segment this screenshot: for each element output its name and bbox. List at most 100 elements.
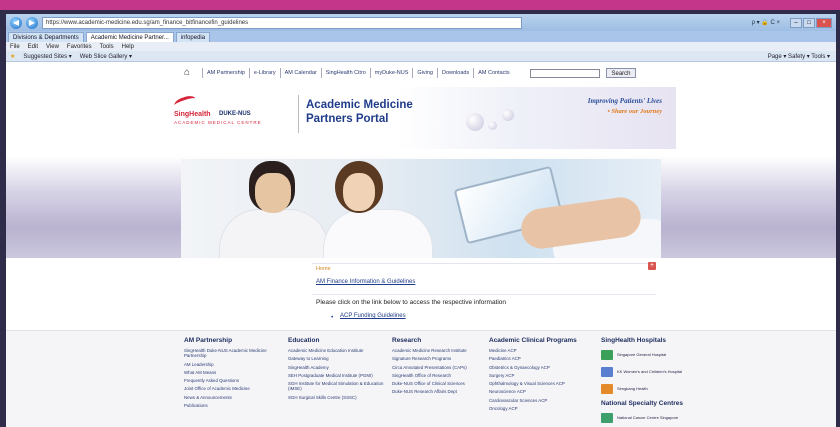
address-tools[interactable]: ρ ▾ 🔒 C ×	[752, 19, 780, 26]
footer-link[interactable]: Duke-NUS Research Affairs Dept	[392, 389, 492, 394]
decor-bubble	[502, 109, 514, 121]
footer-link[interactable]: Paediatrics ACP	[489, 356, 597, 361]
tab-infopedia[interactable]: infopedia	[175, 32, 211, 42]
footer-col-am-partnership: AM Partnership SingHealth Duke-NUS Acade…	[184, 337, 284, 411]
menu-help[interactable]: Help	[122, 44, 134, 50]
fav-suggested-sites[interactable]: Suggested Sites ▾	[23, 53, 71, 60]
logo-singhealth: SingHealth	[174, 111, 211, 118]
tagline-secondary: • Share our Journey	[607, 108, 662, 115]
back-icon[interactable]: ◀	[10, 16, 22, 29]
footer-link[interactable]: Academic Medicine Education Institute	[288, 348, 388, 353]
minimize-icon[interactable]: –	[790, 17, 802, 28]
maximize-icon[interactable]: □	[803, 17, 815, 28]
footer-link[interactable]: Publications	[184, 403, 284, 408]
favorites-star-icon[interactable]: ★	[10, 53, 15, 60]
menu-favorites[interactable]: Favorites	[67, 44, 92, 50]
footer-link[interactable]: Cardiovascular Sciences ACP	[489, 398, 597, 403]
hospital-name: Singapore General Hospital	[617, 351, 667, 357]
tab-am-partners[interactable]: Academic Medicine Partner...	[85, 32, 174, 42]
hero-doctor-face	[255, 173, 291, 213]
nav-singhealth-citro[interactable]: SingHealth Citro	[320, 68, 370, 78]
close-icon[interactable]: ×	[816, 17, 832, 28]
footer-link[interactable]: Medicine ACP	[489, 348, 597, 353]
portal-subtitle: Partners Portal	[306, 113, 389, 125]
browser-window: ◀ ▶ https://www.academic-medicine.edu.sg…	[6, 14, 836, 427]
address-bar[interactable]: https://www.academic-medicine.edu.sg/am_…	[42, 16, 522, 29]
site-header: SingHealth DUKE-NUS ACADEMIC MEDICAL CEN…	[166, 87, 676, 149]
content-rule	[312, 263, 656, 264]
footer-link[interactable]: SingHealth Office of Research	[392, 373, 492, 378]
nav-am-calendar[interactable]: AM Calendar	[279, 68, 321, 78]
footer-link[interactable]: SingHealth Duke-NUS Academic Medicine Pa…	[184, 348, 284, 359]
decor-bubble	[466, 113, 484, 131]
centre-name: National Cancer Centre Singapore	[617, 414, 679, 420]
menu-file[interactable]: File	[10, 44, 20, 50]
menu-tools[interactable]: Tools	[100, 44, 114, 50]
footer-link[interactable]: Joint Office of Academic Medicine	[184, 386, 284, 391]
footer-heading: Research	[392, 337, 422, 344]
nav-giving[interactable]: Giving	[412, 68, 437, 78]
footer-link[interactable]: SGH Surgical Skills Centre (SSSC)	[288, 395, 388, 400]
footer-link[interactable]: Gateway to Learning	[288, 356, 388, 361]
nav-e-library[interactable]: e-Library	[248, 68, 280, 78]
sgh-logo-icon	[601, 350, 613, 360]
breadcrumb-home[interactable]: Home	[316, 266, 331, 272]
singhealth-logo-icon	[172, 93, 198, 111]
logo-divider	[298, 95, 299, 133]
footer-col-education: Education Academic Medicine Education In…	[288, 337, 388, 403]
footer-link[interactable]: Obstetrics & Gynaecology ACP	[489, 365, 597, 370]
hospital-logo-skh[interactable]: Sengkang Health	[601, 383, 751, 395]
footer-link[interactable]: What AM Means	[184, 370, 284, 375]
decor-bubble	[488, 121, 497, 130]
site-footer: AM Partnership SingHealth Duke-NUS Acade…	[6, 330, 836, 427]
instruction-text: Please click on the link below to access…	[316, 299, 507, 306]
site-search-input[interactable]	[530, 69, 600, 78]
nav-am-contacts[interactable]: AM Contacts	[473, 68, 513, 78]
tab-bar: Divisions & Departments Academic Medicin…	[6, 31, 836, 42]
hospital-logo-sgh[interactable]: Singapore General Hospital	[601, 349, 751, 361]
finance-guidelines-link[interactable]: AM Finance Information & Guidelines	[316, 279, 415, 285]
nav-am-partnership[interactable]: AM Partnership	[202, 68, 249, 78]
footer-link[interactable]: SEH Postgraduate Medical Institute (PGMI…	[288, 373, 388, 378]
footer-link[interactable]: Frequently Asked Questions	[184, 378, 284, 383]
footer-hospitals: SingHealth Hospitals Singapore General H…	[601, 337, 751, 427]
acp-funding-link[interactable]: ACP Funding Guidelines	[340, 313, 406, 319]
logo-duke-nus: DUKE-NUS	[219, 111, 251, 117]
kkh-logo-icon	[601, 367, 613, 377]
footer-link[interactable]: Ophthalmology & Visual Sciences ACP	[489, 381, 597, 386]
screenshot-frame: ◀ ▶ https://www.academic-medicine.edu.sg…	[0, 0, 840, 427]
forward-icon[interactable]: ▶	[26, 16, 38, 29]
menu-bar: File Edit View Favorites Tools Help	[6, 42, 836, 51]
centre-logo-nccs[interactable]: National Cancer Centre Singapore	[601, 412, 751, 424]
footer-link[interactable]: News & Announcements	[184, 395, 284, 400]
footer-link[interactable]: SGH Institute for Medical Simulation & E…	[288, 381, 388, 392]
footer-link[interactable]: AM Leadership	[184, 362, 284, 367]
hospital-logo-kkh[interactable]: KK Women's and Children's Hospital	[601, 366, 751, 378]
nav-myduke-nus[interactable]: myDuke-NUS	[369, 68, 413, 78]
menu-view[interactable]: View	[46, 44, 59, 50]
nav-downloads[interactable]: Downloads	[436, 68, 473, 78]
footer-link[interactable]: Circa Annotated Presentations (CAPs)	[392, 365, 492, 370]
footer-link[interactable]: Oncology ACP	[489, 406, 597, 411]
search-button[interactable]: Search	[606, 68, 636, 78]
expand-plus-icon[interactable]: +	[648, 262, 656, 270]
footer-link[interactable]: Surgery ACP	[489, 373, 597, 378]
footer-link[interactable]: SingHealth Academy	[288, 365, 388, 370]
home-icon[interactable]: ⌂	[184, 68, 196, 78]
footer-link[interactable]: Signature Research Programs	[392, 356, 492, 361]
tab-divisions[interactable]: Divisions & Departments	[8, 32, 84, 42]
footer-link[interactable]: Duke-NUS Office of Clinical Sciences	[392, 381, 492, 386]
footer-link[interactable]: Academic Medicine Research Institute	[392, 348, 492, 353]
favorites-bar: ★ Suggested Sites ▾ Web Slice Gallery ▾ …	[6, 51, 836, 62]
tagline-primary: Improving Patients' Lives	[587, 97, 662, 105]
footer-heading: Academic Clinical Programs	[489, 337, 577, 344]
footer-link[interactable]: Neuroscience ACP	[489, 389, 597, 394]
menu-edit[interactable]: Edit	[28, 44, 38, 50]
slide-top-bar	[0, 0, 840, 10]
command-bar[interactable]: Page ▾ Safety ▾ Tools ▾	[768, 53, 836, 60]
footer-heading: National Specialty Centres	[601, 400, 683, 407]
footer-col-research: Research Academic Medicine Research Inst…	[392, 337, 492, 398]
fav-web-slice-gallery[interactable]: Web Slice Gallery ▾	[80, 53, 132, 60]
address-row: ◀ ▶ https://www.academic-medicine.edu.sg…	[6, 14, 836, 31]
hero-doctor2-coat	[323, 209, 433, 258]
